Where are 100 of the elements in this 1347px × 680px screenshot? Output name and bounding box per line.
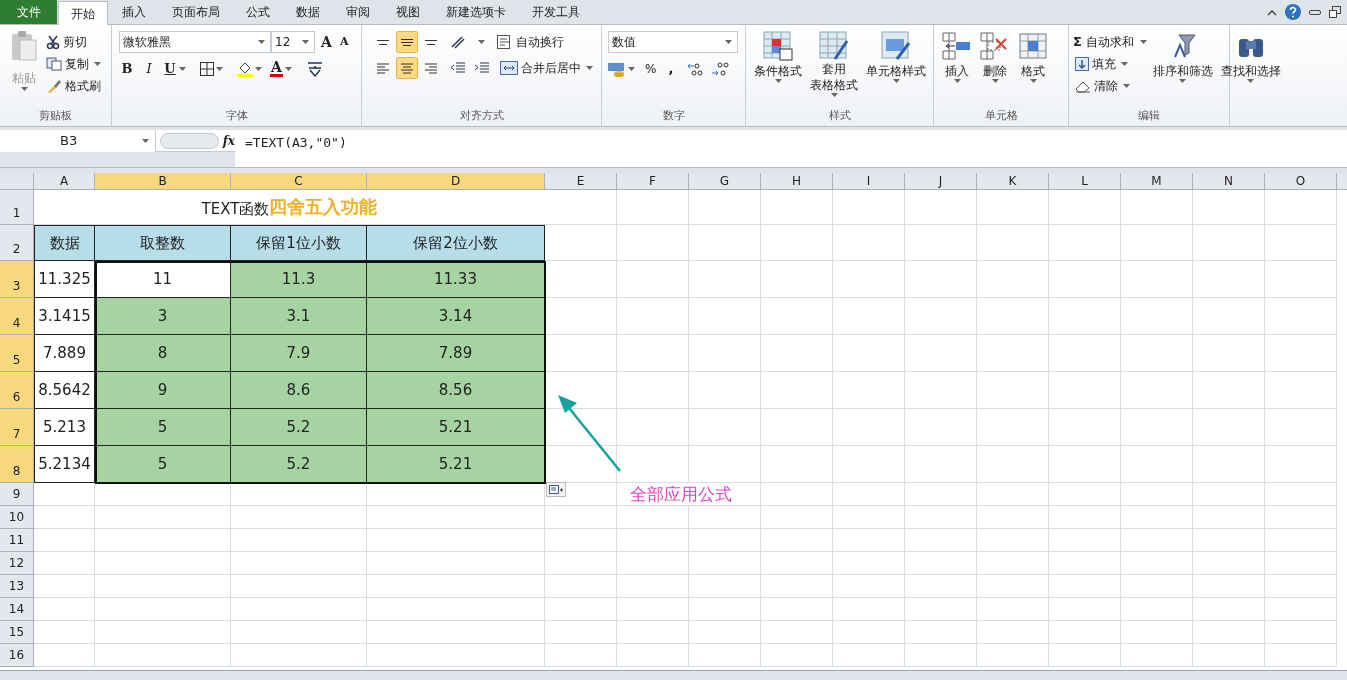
empty-cell[interactable] xyxy=(1049,372,1121,409)
font-size-field[interactable]: 12 xyxy=(271,31,315,53)
column-header[interactable]: L xyxy=(1049,173,1121,190)
empty-cell[interactable] xyxy=(1265,529,1337,552)
empty-cell[interactable] xyxy=(1049,190,1121,225)
empty-cell[interactable] xyxy=(977,225,1049,261)
empty-cell[interactable] xyxy=(617,446,689,483)
empty-cell[interactable] xyxy=(1265,409,1337,446)
comma-button[interactable]: , xyxy=(664,59,678,79)
column-header[interactable]: O xyxy=(1265,173,1337,190)
empty-cell[interactable] xyxy=(761,598,833,621)
empty-cell[interactable] xyxy=(1265,298,1337,335)
ribbon-tab[interactable]: 公式 xyxy=(234,0,282,24)
insert-function-button[interactable]: fx xyxy=(222,131,235,150)
empty-cell[interactable] xyxy=(1193,483,1265,506)
empty-cell[interactable] xyxy=(1193,261,1265,298)
empty-cell[interactable] xyxy=(1049,483,1121,506)
empty-cell[interactable] xyxy=(977,409,1049,446)
name-box[interactable]: B3 xyxy=(0,129,156,152)
empty-cell[interactable] xyxy=(905,225,977,261)
ribbon-tab[interactable]: 数据 xyxy=(284,0,332,24)
empty-cell[interactable] xyxy=(1121,575,1193,598)
empty-cell[interactable] xyxy=(545,552,617,575)
empty-cell[interactable] xyxy=(1121,621,1193,644)
format-painter-button[interactable]: 格式刷 xyxy=(44,75,105,97)
empty-cell[interactable] xyxy=(231,575,367,598)
empty-cell[interactable] xyxy=(905,529,977,552)
empty-cell[interactable] xyxy=(761,335,833,372)
empty-cell[interactable] xyxy=(367,506,545,529)
empty-cell[interactable] xyxy=(761,372,833,409)
empty-cell[interactable] xyxy=(231,529,367,552)
empty-cell[interactable] xyxy=(977,335,1049,372)
empty-cell[interactable] xyxy=(1121,506,1193,529)
empty-cell[interactable] xyxy=(545,621,617,644)
ribbon-tab[interactable]: 开始 xyxy=(58,1,108,25)
empty-cell[interactable] xyxy=(689,446,761,483)
row-header[interactable]: 11 xyxy=(0,529,34,552)
empty-cell[interactable] xyxy=(1193,621,1265,644)
empty-cell[interactable] xyxy=(367,483,545,506)
empty-cell[interactable] xyxy=(1265,261,1337,298)
empty-cell[interactable] xyxy=(95,506,231,529)
empty-cell[interactable] xyxy=(617,506,689,529)
grow-font-button[interactable]: A xyxy=(319,31,334,53)
empty-cell[interactable] xyxy=(545,506,617,529)
empty-cell[interactable] xyxy=(833,335,905,372)
empty-cell[interactable] xyxy=(617,261,689,298)
empty-cell[interactable] xyxy=(367,598,545,621)
empty-cell[interactable] xyxy=(833,644,905,667)
wrap-text-button[interactable]: 自动换行 xyxy=(495,31,566,53)
empty-cell[interactable] xyxy=(617,409,689,446)
empty-cell[interactable] xyxy=(833,529,905,552)
empty-cell[interactable] xyxy=(1049,644,1121,667)
select-all-corner[interactable] xyxy=(0,173,34,190)
empty-cell[interactable] xyxy=(833,372,905,409)
empty-cell[interactable] xyxy=(1193,335,1265,372)
empty-cell[interactable] xyxy=(617,575,689,598)
empty-cell[interactable] xyxy=(1265,335,1337,372)
empty-cell[interactable] xyxy=(95,644,231,667)
cut-button[interactable]: 剪切 xyxy=(44,31,105,53)
empty-cell[interactable] xyxy=(833,598,905,621)
column-header[interactable]: E xyxy=(545,173,617,190)
empty-cell[interactable] xyxy=(833,225,905,261)
empty-cell[interactable] xyxy=(905,552,977,575)
empty-cell[interactable] xyxy=(977,598,1049,621)
column-header[interactable]: A xyxy=(34,173,95,190)
empty-cell[interactable] xyxy=(977,644,1049,667)
empty-cell[interactable] xyxy=(833,621,905,644)
empty-cell[interactable] xyxy=(1193,372,1265,409)
row-header[interactable]: 7 xyxy=(0,409,34,446)
empty-cell[interactable] xyxy=(1193,446,1265,483)
merge-center-button[interactable]: 合并后居中 xyxy=(498,57,597,79)
column-header[interactable]: D xyxy=(367,173,545,190)
paste-options-popup[interactable] xyxy=(546,482,566,497)
row-header[interactable]: 2 xyxy=(0,225,34,261)
empty-cell[interactable] xyxy=(1265,446,1337,483)
empty-cell[interactable] xyxy=(905,372,977,409)
drag-handle[interactable] xyxy=(159,132,219,149)
column-header[interactable]: F xyxy=(617,173,689,190)
empty-cell[interactable] xyxy=(977,575,1049,598)
empty-cell[interactable] xyxy=(617,598,689,621)
empty-cell[interactable] xyxy=(231,483,367,506)
shrink-font-button[interactable]: A xyxy=(337,33,351,51)
ribbon-tab[interactable]: 插入 xyxy=(110,0,158,24)
column-header[interactable]: B xyxy=(95,173,231,190)
empty-cell[interactable] xyxy=(1193,190,1265,225)
empty-cell[interactable] xyxy=(367,575,545,598)
empty-cell[interactable] xyxy=(833,446,905,483)
row-header[interactable]: 16 xyxy=(0,644,34,667)
empty-cell[interactable] xyxy=(1193,506,1265,529)
empty-cell[interactable] xyxy=(833,298,905,335)
empty-cell[interactable] xyxy=(95,621,231,644)
font-color-button[interactable]: A xyxy=(270,60,283,78)
empty-cell[interactable] xyxy=(977,298,1049,335)
row-header[interactable]: 13 xyxy=(0,575,34,598)
empty-cell[interactable] xyxy=(1193,298,1265,335)
empty-cell[interactable] xyxy=(231,621,367,644)
empty-cell[interactable] xyxy=(1121,372,1193,409)
empty-cell[interactable] xyxy=(1121,644,1193,667)
empty-cell[interactable] xyxy=(905,190,977,225)
empty-cell[interactable] xyxy=(905,261,977,298)
